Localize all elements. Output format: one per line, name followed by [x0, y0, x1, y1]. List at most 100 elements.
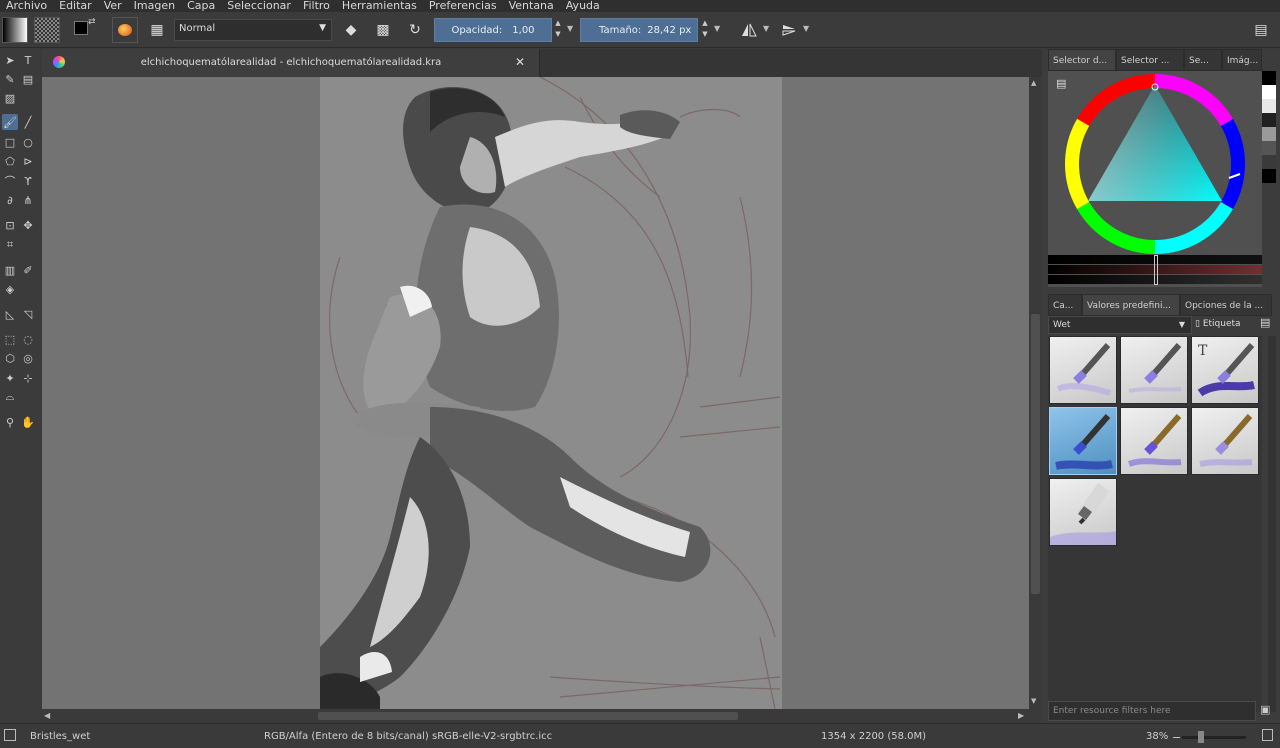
- mirror-v-options-chevron[interactable]: ▼: [803, 24, 809, 33]
- pattern-icon[interactable]: [34, 17, 60, 43]
- rect-select-icon[interactable]: ⬚: [2, 331, 18, 347]
- menu-ventana[interactable]: Ventana: [509, 0, 554, 12]
- swatch[interactable]: [1262, 155, 1276, 169]
- color-value-bars[interactable]: [1048, 255, 1262, 287]
- opacity-stepper[interactable]: ▲ ▼: [553, 18, 563, 42]
- mirror-horizontal-icon[interactable]: [738, 17, 760, 43]
- blend-mode-select[interactable]: Normal ▼: [174, 19, 332, 41]
- preset-scrollbar[interactable]: [1268, 336, 1276, 712]
- tab-advanced-color-selector[interactable]: Selector d...: [1048, 49, 1116, 71]
- preset-tile[interactable]: T: [1191, 336, 1259, 404]
- preset-tag-select[interactable]: Wet ▼: [1048, 316, 1192, 334]
- similar-select-icon[interactable]: ⊹: [20, 370, 36, 386]
- mirror-h-options-chevron[interactable]: ▼: [763, 24, 769, 33]
- bezier-tool-icon[interactable]: ⌒: [2, 173, 18, 189]
- size-options-chevron[interactable]: ▼: [714, 24, 720, 33]
- magic-wand-icon[interactable]: ✦: [2, 370, 18, 386]
- scroll-left-icon[interactable]: ◀: [44, 711, 50, 720]
- tab-tool-options[interactable]: Opciones de la ...: [1180, 294, 1272, 316]
- edit-shapes-icon[interactable]: ✎: [2, 71, 18, 87]
- alpha-lock-icon[interactable]: ▩: [372, 17, 394, 43]
- calligraphy-icon[interactable]: ▤: [20, 71, 36, 87]
- swatch[interactable]: [1262, 71, 1276, 85]
- menu-archivo[interactable]: Archivo: [6, 0, 47, 12]
- zoom-slider-handle[interactable]: [1198, 731, 1204, 743]
- vertical-scroll-thumb[interactable]: [1031, 314, 1040, 594]
- reload-icon[interactable]: ↻: [404, 17, 426, 43]
- menu-herramientas[interactable]: Herramientas: [342, 0, 417, 12]
- freehand-select-icon[interactable]: ◎: [20, 350, 36, 366]
- gradient-tool-icon[interactable]: ▥: [2, 262, 18, 278]
- scroll-right-icon[interactable]: ▶: [1018, 711, 1024, 720]
- fill-tool-icon[interactable]: ◈: [2, 281, 18, 297]
- horizontal-scroll-thumb[interactable]: [318, 712, 738, 720]
- tab-color-selector[interactable]: Selector ...: [1116, 49, 1184, 71]
- zoom-out-icon[interactable]: −: [1172, 731, 1181, 744]
- document-tab[interactable]: elchichoquematólarealidad - elchichoquem…: [42, 49, 540, 77]
- menu-capa[interactable]: Capa: [187, 0, 215, 12]
- ellipse-select-icon[interactable]: ◌: [20, 331, 36, 347]
- color-picker-icon[interactable]: ✐: [20, 262, 36, 278]
- preset-grid-icon[interactable]: ▦: [146, 17, 168, 43]
- menu-ayuda[interactable]: Ayuda: [566, 0, 600, 12]
- selection-status-icon[interactable]: [4, 729, 16, 741]
- workspace-icon[interactable]: ▤: [1250, 17, 1272, 43]
- swatch[interactable]: [1262, 141, 1276, 155]
- pattern-edit-icon[interactable]: ▨: [2, 90, 18, 106]
- eraser-icon[interactable]: ◆: [340, 17, 362, 43]
- canvas-area[interactable]: [42, 77, 1029, 709]
- zoom-slider[interactable]: [1182, 736, 1246, 739]
- fg-bg-color-selector[interactable]: ⇄: [72, 17, 100, 43]
- foreground-color[interactable]: [74, 21, 88, 35]
- menu-filtro[interactable]: Filtro: [303, 0, 330, 12]
- swatch[interactable]: [1262, 169, 1276, 183]
- tab-specific-color-selector[interactable]: Se...: [1184, 49, 1222, 71]
- bezier-select-icon[interactable]: ⌓: [2, 389, 18, 405]
- move-tool-icon[interactable]: ✥: [20, 217, 36, 233]
- text-tool-icon[interactable]: T: [20, 52, 36, 68]
- pan-tool-icon[interactable]: ✋: [20, 414, 36, 430]
- menu-editar[interactable]: Editar: [59, 0, 92, 12]
- zoom-tool-icon[interactable]: ⚲: [2, 414, 18, 430]
- freehand-path-icon[interactable]: ϒ: [20, 173, 36, 189]
- mirror-vertical-icon[interactable]: [778, 17, 800, 43]
- measure-tool-icon[interactable]: ◹: [20, 306, 36, 322]
- size-slider[interactable]: Tamaño: 28,42 px: [580, 18, 698, 42]
- scroll-down-icon[interactable]: ▼: [1031, 697, 1036, 705]
- line-tool-icon[interactable]: ╱: [20, 114, 36, 130]
- rectangle-tool-icon[interactable]: □: [2, 134, 18, 150]
- multibrush-icon[interactable]: ⋔: [20, 192, 36, 208]
- swatch[interactable]: [1262, 113, 1276, 127]
- ellipse-tool-icon[interactable]: ○: [20, 134, 36, 150]
- menu-seleccionar[interactable]: Seleccionar: [227, 0, 291, 12]
- canvas-image[interactable]: [320, 77, 782, 709]
- menu-preferencias[interactable]: Preferencias: [429, 0, 497, 12]
- canvas-horizontal-scrollbar[interactable]: ◀ ▶: [42, 709, 1029, 723]
- preset-tile[interactable]: [1191, 407, 1259, 475]
- tab-layers[interactable]: Ca...: [1048, 294, 1082, 316]
- opacity-options-chevron[interactable]: ▼: [567, 24, 573, 33]
- freehand-brush-icon[interactable]: 🖌: [2, 114, 18, 130]
- size-stepper[interactable]: ▲ ▼: [700, 18, 710, 42]
- tag-button[interactable]: ▯ Etiqueta: [1195, 316, 1257, 334]
- swap-colors-icon[interactable]: ⇄: [88, 17, 96, 27]
- resource-filter-input[interactable]: Enter resource filters here: [1048, 701, 1256, 721]
- swatch[interactable]: [1262, 127, 1276, 141]
- select-shapes-icon[interactable]: ➤: [2, 52, 18, 68]
- transform-tool-icon[interactable]: ⊡: [2, 217, 18, 233]
- value-slider-handle[interactable]: [1154, 255, 1158, 285]
- dynamic-brush-icon[interactable]: ∂: [2, 192, 18, 208]
- opacity-slider[interactable]: Opacidad: 1,00: [434, 18, 552, 42]
- canvas-vertical-scrollbar[interactable]: ▲ ▼: [1029, 77, 1042, 709]
- scroll-up-icon[interactable]: ▲: [1031, 79, 1036, 87]
- preset-tile-selected[interactable]: [1049, 407, 1117, 475]
- assistant-tool-icon[interactable]: ◺: [2, 306, 18, 322]
- crop-tool-icon[interactable]: ⌗: [2, 237, 18, 253]
- gradient-icon[interactable]: [2, 17, 28, 43]
- close-document-icon[interactable]: ✕: [515, 55, 525, 69]
- polygon-select-icon[interactable]: ⬡: [2, 350, 18, 366]
- tab-brush-presets[interactable]: Valores predefini...: [1082, 294, 1180, 316]
- preset-view-menu-icon[interactable]: ▤: [1260, 316, 1270, 329]
- polygon-tool-icon[interactable]: ⬠: [2, 153, 18, 169]
- save-filter-icon[interactable]: ▣: [1260, 703, 1270, 716]
